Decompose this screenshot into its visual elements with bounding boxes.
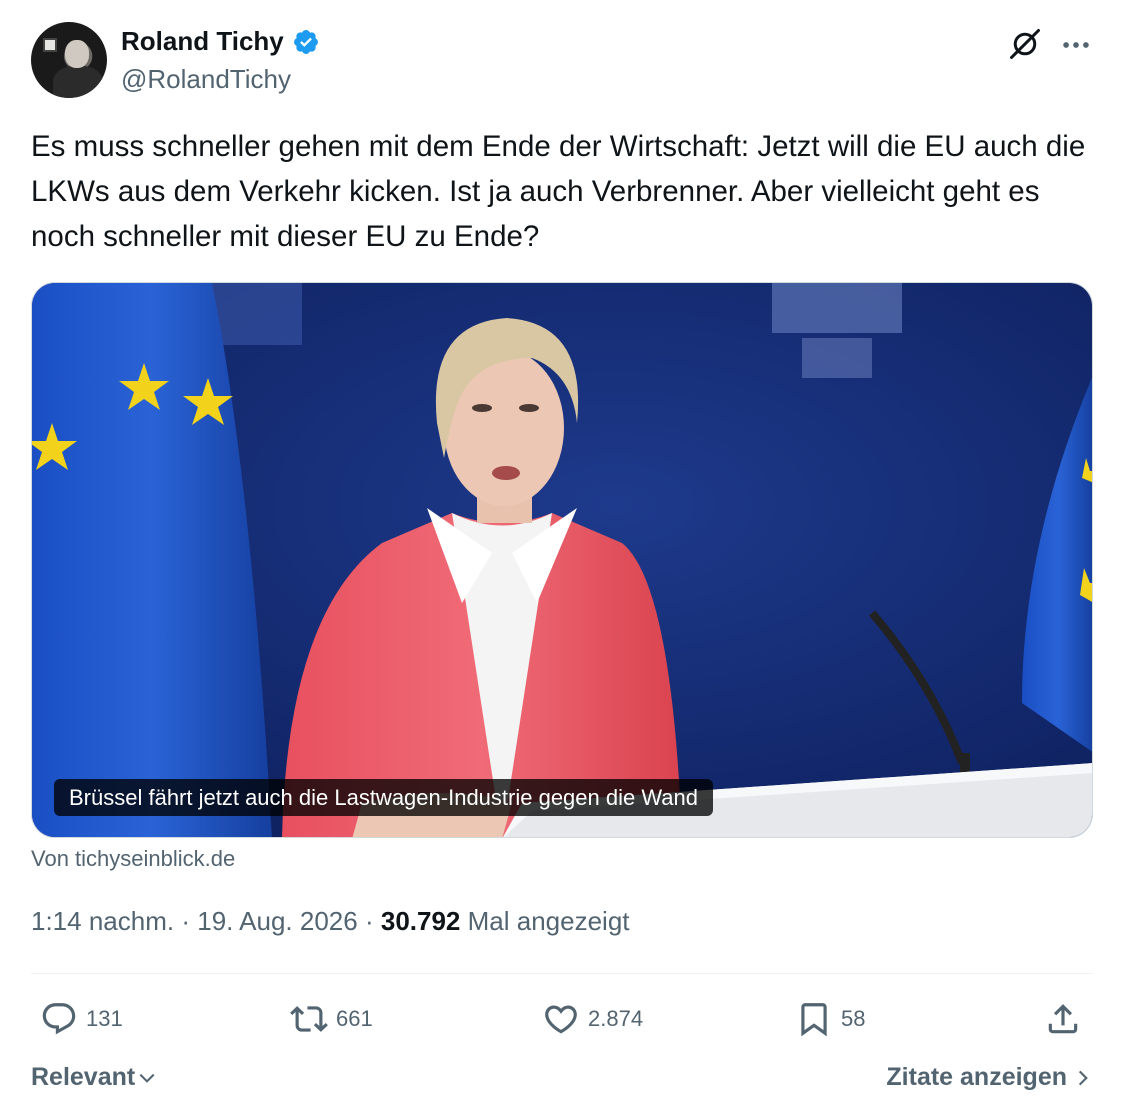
views-label: Mal angezeigt [467,906,630,936]
meta-separator: · [364,906,374,936]
reply-count: 131 [86,1006,123,1031]
retweet-count: 661 [336,1006,373,1031]
author-name[interactable]: Roland Tichy [121,26,284,57]
tweet-date[interactable]: 19. Aug. 2026 [197,906,357,936]
tweet-header: Roland Tichy @RolandTichy [31,22,1093,100]
grok-icon[interactable] [1007,26,1043,62]
like-icon [545,1005,577,1034]
reply-button[interactable]: 131 [40,999,123,1039]
tweet-meta: 1:14 nachm. · 19. Aug. 2026 · 30.792 Mal… [31,906,630,937]
tweet-text: Es muss schneller gehen mit dem Ende der… [31,130,1086,253]
share-icon [1048,1004,1078,1034]
retweet-button[interactable]: 661 [290,999,373,1039]
like-button[interactable]: 2.874 [542,999,643,1039]
like-count: 2.874 [588,1006,644,1031]
chevron-right-icon [1078,1070,1088,1085]
reply-icon [42,1003,76,1035]
author-handle[interactable]: @RolandTichy [121,64,291,95]
sort-label: Relevant [31,1063,136,1091]
views-count: 30.792 [380,906,461,936]
divider [31,973,1093,974]
verified-badge-icon [293,29,318,54]
link-card[interactable]: Brüssel fährt jetzt auch die Lastwagen-I… [31,282,1093,838]
author-name-row: Roland Tichy [121,26,320,57]
bookmark-icon [801,1003,827,1037]
card-title: Brüssel fährt jetzt auch die Lastwagen-I… [54,779,713,816]
sort-dropdown[interactable]: Relevant [31,1063,157,1092]
chevron-down-icon [139,1073,155,1083]
more-icon[interactable] [1059,28,1093,62]
meta-separator: · [181,906,190,936]
bookmark-button[interactable]: 58 [795,999,865,1039]
retweet-icon [290,1006,328,1032]
card-source[interactable]: Von tichyseinblick.de [31,846,235,872]
quotes-label: Zitate anzeigen [886,1063,1067,1091]
bookmark-count: 58 [841,1006,866,1031]
share-button[interactable] [1044,999,1090,1039]
card-image [32,283,1092,837]
avatar[interactable] [31,22,107,98]
view-quotes-link[interactable]: Zitate anzeigen [886,1063,1093,1092]
tweet-time[interactable]: 1:14 nachm. [31,906,174,936]
